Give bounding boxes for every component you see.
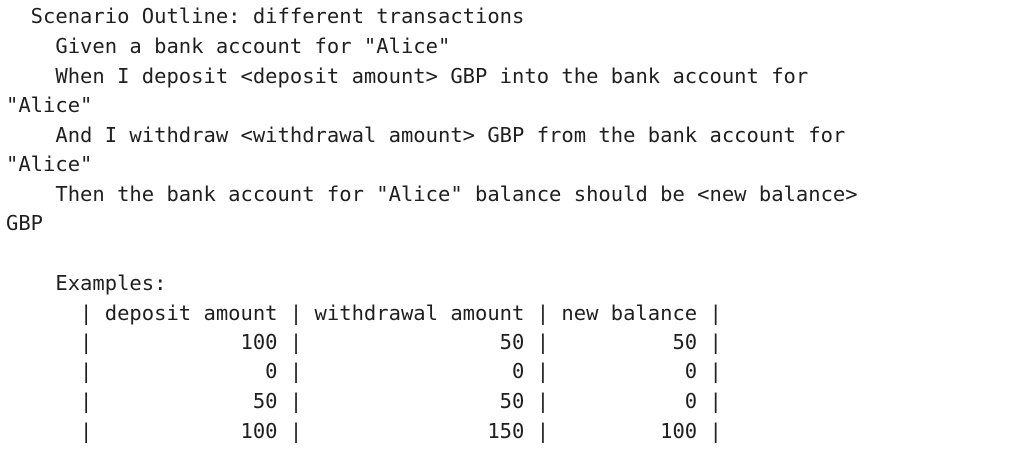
table-row: | 100 | 50 | 50 | [6, 330, 722, 354]
table-row-header: | deposit amount | withdrawal amount | n… [6, 301, 722, 325]
text-line-and-continued: "Alice" [6, 152, 93, 176]
table-row: | 0 | 0 | 0 | [6, 359, 722, 383]
text-line-examples: Examples: [6, 271, 167, 295]
text-line-and: And I withdraw <withdrawal amount> GBP f… [6, 123, 846, 147]
table-row: | 50 | 50 | 0 | [6, 389, 722, 413]
gherkin-scenario-text: Scenario Outline: different transactions… [0, 0, 1025, 476]
text-line-given: Given a bank account for "Alice" [6, 34, 451, 58]
text-line-when: When I deposit <deposit amount> GBP into… [6, 64, 809, 88]
text-line-scenario-outline: Scenario Outline: different transactions [6, 4, 525, 28]
text-line-then: Then the bank account for "Alice" balanc… [6, 182, 858, 206]
text-line-then-continued: GBP [6, 211, 44, 235]
text-line-when-continued: "Alice" [6, 93, 93, 117]
page: Scenario Outline: different transactions… [0, 0, 1025, 476]
table-row: | 100 | 150 | 100 | [6, 419, 722, 443]
